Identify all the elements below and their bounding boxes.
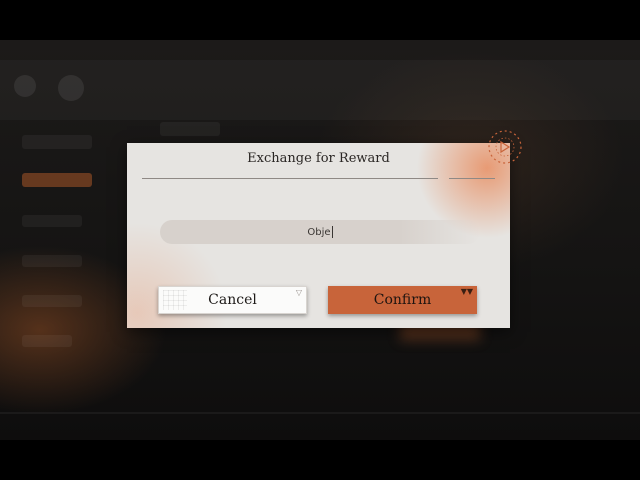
confirm-button-label: Confirm [373, 292, 432, 308]
reward-code-input[interactable]: Obje [160, 220, 480, 244]
background-avatar-blur [58, 75, 84, 101]
cancel-button[interactable]: Cancel ▽ [158, 286, 307, 314]
background-divider [0, 412, 640, 414]
background-menu-blur [22, 215, 82, 227]
background-menu-blur [22, 295, 82, 307]
background-menu-blur [22, 173, 92, 187]
cancel-button-label: Cancel [208, 292, 257, 308]
dialog-title: Exchange for Reward [247, 151, 390, 166]
title-divider [142, 178, 438, 179]
target-arrow-icon [488, 130, 522, 164]
title-divider-accent [449, 178, 495, 179]
confirm-button[interactable]: Confirm ▼▼ [328, 286, 477, 314]
exchange-dialog: Exchange for Reward Obje Cancel ▽ Confir… [127, 143, 510, 328]
grid-pattern-decoration [163, 290, 187, 310]
background-menu-blur [22, 135, 92, 149]
reward-code-value: Obje [307, 226, 331, 238]
background-header-band [0, 60, 640, 120]
letterbox-bottom [0, 440, 640, 480]
background-avatar-blur [14, 75, 36, 97]
background-label-blur [160, 122, 220, 136]
background-menu-blur [22, 335, 72, 347]
text-caret [331, 226, 333, 238]
triangle-down-outline-icon: ▽ [295, 288, 302, 297]
background-menu-blur [22, 255, 82, 267]
letterbox-top [0, 0, 640, 40]
triangle-down-filled-icon: ▼▼ [460, 287, 473, 296]
